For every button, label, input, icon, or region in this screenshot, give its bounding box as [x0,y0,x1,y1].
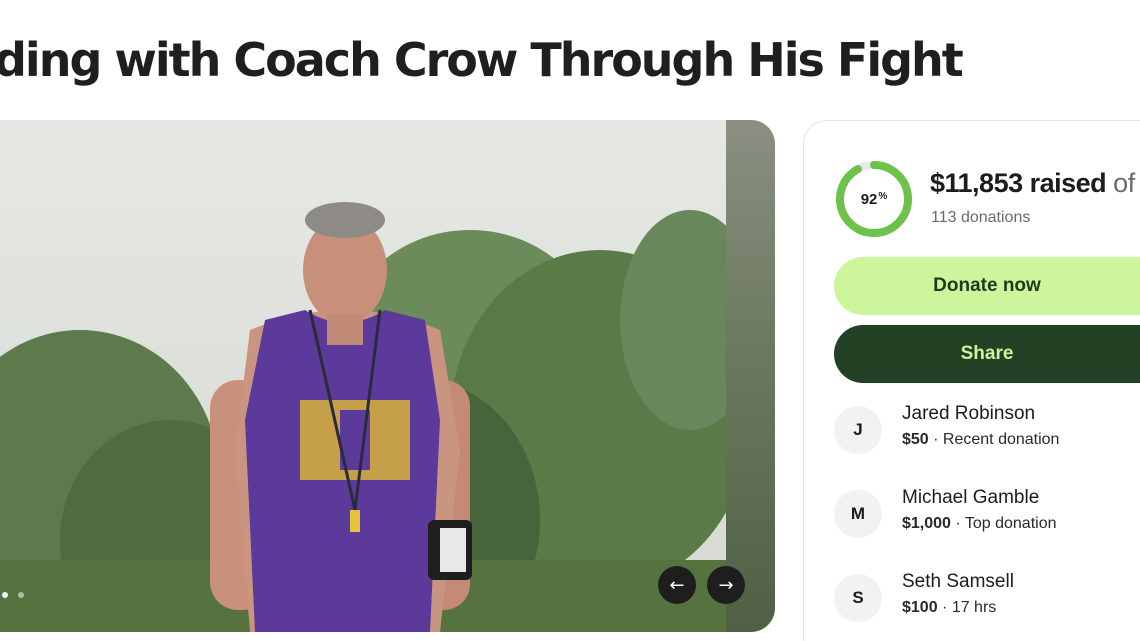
donation-card: 92% $11,853 raised of $ 113 donations Do… [803,120,1140,641]
page-title: ding with Coach Crow Through His Fight [0,33,964,87]
hero-photo [0,120,760,632]
donor-meta: $50 · Recent donation [902,431,1059,449]
donate-now-button[interactable]: Donate now [834,257,1140,315]
arrow-right-icon: → [718,574,734,596]
donor-meta: $1,000 · Top donation [902,515,1057,533]
carousel-prev-button[interactable]: ← [658,566,696,604]
carousel-next-button[interactable]: → [707,566,745,604]
arrow-left-icon: ← [669,574,685,596]
donor-avatar: M [834,490,882,538]
progress-unit: % [878,190,888,202]
donor-avatar: J [834,406,882,454]
donor-avatar: S [834,574,882,622]
hero-image-carousel[interactable]: ← → [0,120,775,632]
next-slide-preview [726,120,775,632]
donor-name: Michael Gamble [902,487,1040,508]
donor-note: · Recent donation [928,431,1060,448]
donor-meta: $100 · 17 hrs [902,599,996,617]
share-button[interactable]: Share [834,325,1140,383]
donor-name: Jared Robinson [902,403,1036,424]
progress-percent: 92% [834,159,914,239]
donor-amount: $50 [902,431,929,448]
donor-name: Seth Samsell [902,571,1014,592]
donor-note: · 17 hrs [937,599,997,616]
donor-amount: $1,000 [902,515,951,532]
carousel-dots [2,592,24,598]
raised-amount: $11,853 raised [930,168,1107,198]
donor-item: J Jared Robinson $50 · Recent donation [834,403,1134,455]
carousel-dot[interactable] [18,592,24,598]
amount-raised: $11,853 raised of $ [930,168,1140,199]
progress-ring: 92% [834,159,914,239]
donor-item: M Michael Gamble $1,000 · Top donation [834,487,1134,539]
donor-note: · Top donation [950,515,1057,532]
progress-value: 92 [860,190,878,208]
donor-amount: $100 [902,599,938,616]
donor-item: S Seth Samsell $100 · 17 hrs [834,571,1134,623]
donation-count: 113 donations [931,209,1031,226]
goal-text: of $ [1113,168,1140,198]
carousel-dot[interactable] [2,592,8,598]
